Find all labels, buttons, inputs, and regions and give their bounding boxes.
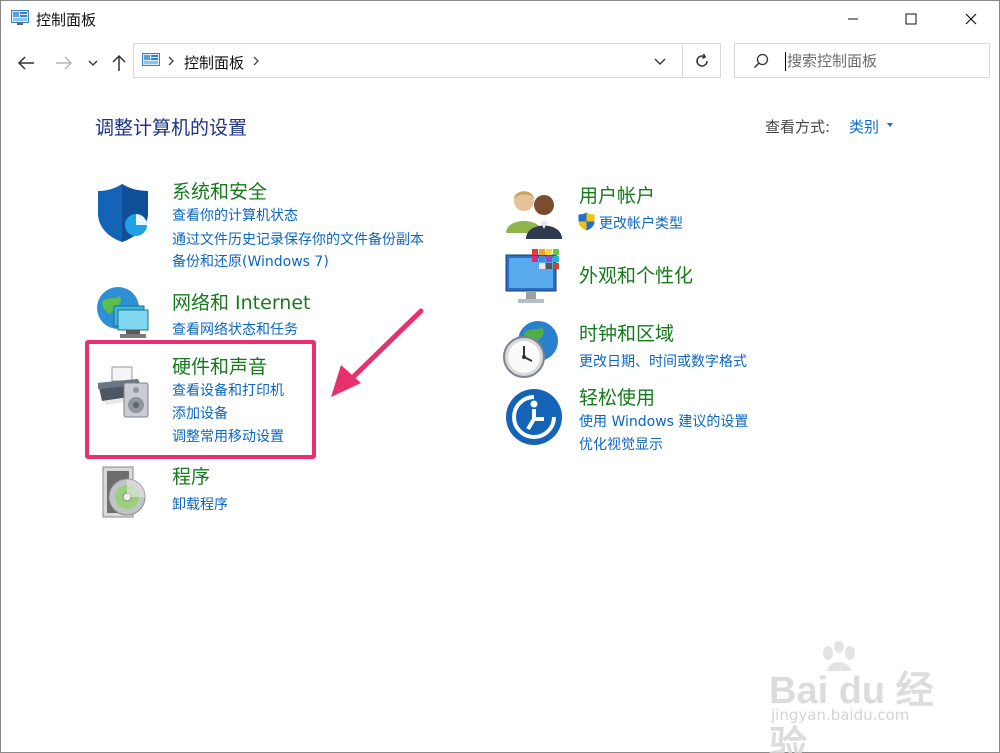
shield-icon[interactable] [96,181,156,243]
category-link[interactable]: 更改帐户类型 [599,213,683,233]
clock-globe-icon[interactable] [502,319,562,381]
category-link[interactable]: 卸载程序 [172,494,228,514]
refresh-icon [695,53,708,67]
refresh-button[interactable] [683,43,721,78]
category-title[interactable]: 时钟和区域 [579,319,674,346]
category-title[interactable]: 外观和个性化 [579,261,693,288]
control-panel-window: 控制面板 控制面板 搜索控制面板 调整计算机的设置 查看方式: 类别 系统和安全… [0,0,1000,753]
address-dropdown-button[interactable] [653,52,675,70]
forward-button[interactable] [51,51,77,75]
chevron-right-icon [168,56,174,66]
text-caret [785,52,786,71]
recent-locations-button[interactable] [85,51,101,75]
network-globe-icon[interactable] [94,284,154,346]
window-title: 控制面板 [36,11,97,29]
up-button[interactable] [107,51,131,75]
category-title[interactable]: 用户帐户 [579,181,655,208]
category-title[interactable]: 轻松使用 [579,383,655,410]
view-by-label: 查看方式: [765,118,831,136]
chevron-down-icon [88,60,98,66]
monitor-palette-icon[interactable] [504,247,564,309]
category-link[interactable]: 备份和还原(Windows 7) [172,251,329,271]
chevron-right-icon[interactable] [252,56,260,66]
minimize-icon [848,18,858,20]
pointer-arrow-icon [331,308,424,397]
search-input[interactable] [787,46,982,75]
chevron-down-icon [654,58,666,65]
baidu-watermark: Bai du 经验 jingyan.baidu.com [761,641,961,753]
users-icon[interactable] [504,185,564,247]
maximize-button[interactable] [881,1,941,37]
arrow-right-icon [56,56,73,70]
arrow-left-icon [17,56,34,70]
category-link[interactable]: 优化视觉显示 [579,434,663,454]
category-title[interactable]: 网络和 Internet [172,288,310,315]
category-link[interactable]: 查看网络状态和任务 [172,319,298,339]
minimize-button[interactable] [823,1,883,37]
highlight-box [85,340,316,459]
control-panel-icon [142,53,160,66]
programs-disc-icon[interactable] [97,461,157,523]
category-link[interactable]: 使用 Windows 建议的设置 [579,411,748,431]
breadcrumb[interactable]: 控制面板 [184,52,244,73]
page-title: 调整计算机的设置 [95,117,248,139]
category-link[interactable]: 更改日期、时间或数字格式 [579,351,747,371]
back-button[interactable] [13,51,39,75]
category-title[interactable]: 系统和安全 [172,177,267,204]
close-icon [965,13,977,25]
arrow-up-icon [112,54,126,71]
close-button[interactable] [941,1,1000,37]
uac-shield-icon [578,212,595,231]
search-icon [753,53,769,69]
view-by-dropdown[interactable]: 类别 [849,116,879,137]
category-link[interactable]: 查看你的计算机状态 [172,205,298,225]
category-link[interactable]: 通过文件历史记录保存你的文件备份副本 [172,229,424,249]
maximize-icon [905,13,917,25]
watermark-url: jingyan.baidu.com [771,706,910,724]
control-panel-icon [11,10,29,25]
ease-of-access-icon[interactable] [504,387,564,449]
address-bar[interactable]: 控制面板 [133,43,683,78]
title-bar[interactable]: 控制面板 [1,1,999,37]
caret-down-icon[interactable] [887,123,893,127]
search-box[interactable] [734,43,990,78]
category-title[interactable]: 程序 [172,462,210,489]
